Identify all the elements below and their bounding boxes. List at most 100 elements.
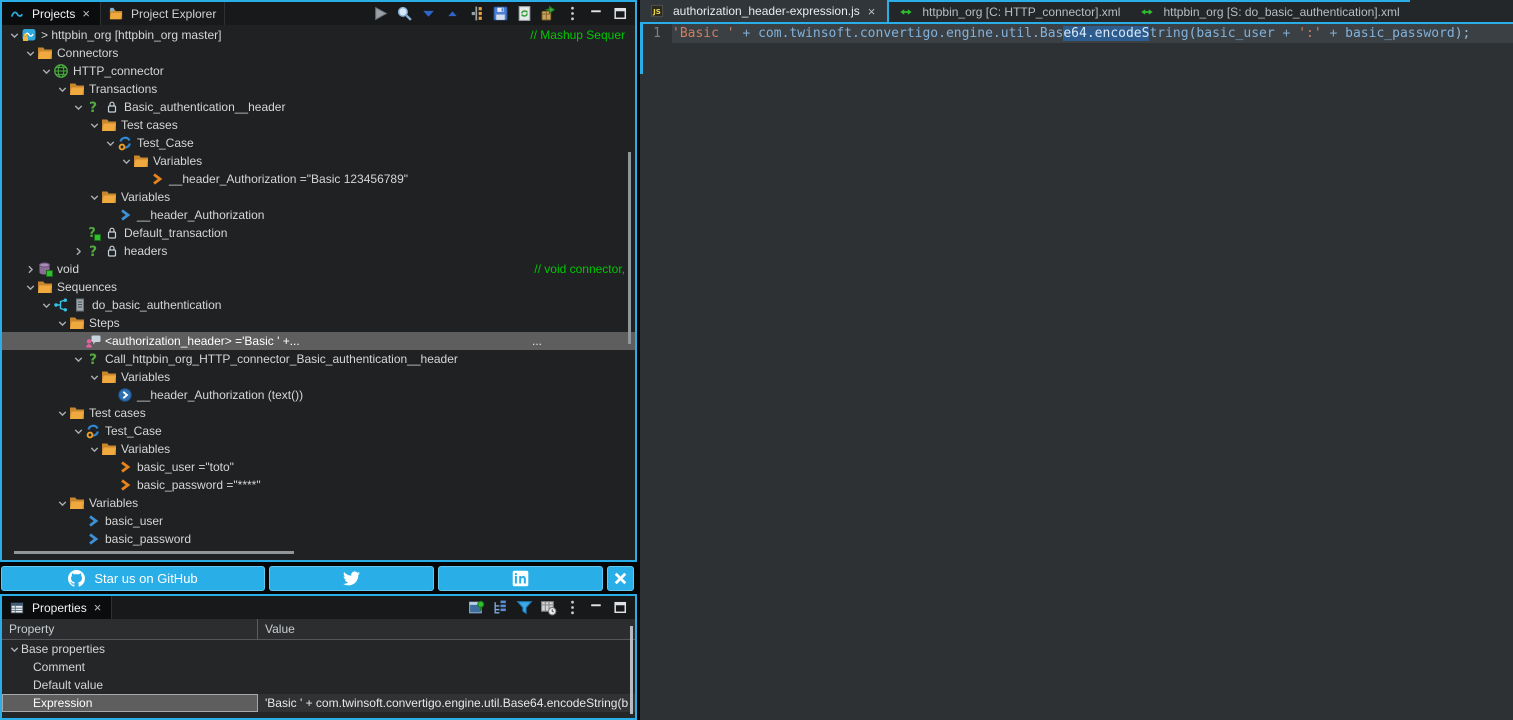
tree-item-label: void [57,262,79,276]
tree-mode-icon[interactable] [492,599,509,616]
tree-item-connectors[interactable]: Connectors [2,44,635,62]
tree-item-call-httpbin-org-http-connector-basic-authentication-header[interactable]: ?Call_httpbin_org_HTTP_connector_Basic_a… [2,350,635,368]
tree-item-basic-user[interactable]: basic_user ="toto" [2,458,635,476]
collapse-arrow-icon[interactable] [88,371,101,384]
tree-item-variables[interactable]: Variables [2,152,635,170]
close-tab-icon[interactable]: × [92,601,104,614]
collapse-arrow-icon[interactable] [72,353,85,366]
tree-item-test-cases[interactable]: Test cases [2,404,635,422]
expand-arrow-icon[interactable] [24,263,37,276]
star-on-github-button[interactable]: Star us on GitHub [1,566,265,591]
linkedin-button[interactable] [438,566,603,591]
pin-dialog-icon[interactable] [468,599,485,616]
tree-item-authorization-header[interactable]: <authorization_header> ='Basic ' +...... [2,332,635,350]
tree-item-default-transaction[interactable]: ?Default_transaction [2,224,635,242]
collapse-arrow-icon[interactable] [56,83,69,96]
collapse-arrow-icon[interactable] [88,191,101,204]
property-name: Default value [33,678,103,692]
tree-item-do-basic-authentication[interactable]: do_basic_authentication [2,296,635,314]
tree-vertical-scrollbar[interactable] [628,152,631,344]
editor-tab-httpbin-org-c-http-connector-xml[interactable]: httpbin_org [C: HTTP_connector].xml [889,0,1130,22]
tree-item-test-case[interactable]: Test_Case [2,422,635,440]
close-banner-button[interactable] [607,566,634,591]
property-row-expression[interactable]: Expression'Basic ' + com.twinsoft.conver… [2,694,635,712]
tree-item-sequences[interactable]: Sequences [2,278,635,296]
property-column-header[interactable]: Property [2,619,258,639]
collapse-arrow-icon[interactable] [88,443,101,456]
collapse-arrow-icon[interactable] [88,119,101,132]
twitter-button[interactable] [269,566,434,591]
close-tab-icon[interactable]: × [80,7,92,20]
tree-item-test-cases[interactable]: Test cases [2,116,635,134]
save-all-icon[interactable] [492,5,509,22]
table-settings-icon[interactable] [540,599,557,616]
tab-properties[interactable]: Properties × [2,596,112,619]
tab-projects[interactable]: Projects × [2,2,101,25]
expand-arrow-icon[interactable] [72,245,85,258]
editor-tab-authorization-header-expression-js[interactable]: JSauthorization_header-expression.js× [640,0,889,22]
sort-down-icon[interactable] [420,5,437,22]
minimize-icon[interactable] [588,5,605,22]
collapse-arrow-icon[interactable] [24,281,37,294]
collapse-arrow-icon[interactable] [104,137,117,150]
maximize-icon[interactable] [612,5,629,22]
property-row-base-properties[interactable]: Base properties [2,640,635,658]
sort-up-icon[interactable] [444,5,461,22]
tree-item-variables[interactable]: Variables [2,440,635,458]
minimize-icon[interactable] [588,599,605,616]
code-editor[interactable]: 1 'Basic ' + com.twinsoft.convertigo.eng… [640,24,1513,720]
collapse-arrow-icon[interactable] [56,407,69,420]
collapse-arrow-icon[interactable] [40,65,53,78]
tree-item-headers[interactable]: ?headers [2,242,635,260]
tree-item-http-connector[interactable]: HTTP_connector [2,62,635,80]
tree-item-basic-user[interactable]: basic_user [2,512,635,530]
collapse-arrow-icon[interactable] [8,29,21,42]
code-token-punct: ( [1189,26,1197,41]
tree-item-basic-authentication-header[interactable]: ?Basic_authentication__header [2,98,635,116]
tree-item-basic-password[interactable]: basic_password ="****" [2,476,635,494]
collapse-arrow-icon[interactable] [56,317,69,330]
tree-item-variables[interactable]: Variables [2,494,635,512]
run-icon[interactable] [372,5,389,22]
tree-item-basic-password[interactable]: basic_password [2,530,635,548]
collapse-arrow-icon[interactable] [120,155,133,168]
testcase-icon [117,135,133,151]
editor-tab-httpbin-org-s-do-basic-authentication-xml[interactable]: httpbin_org [S: do_basic_authentication]… [1130,0,1409,22]
tree-item-transactions[interactable]: Transactions [2,80,635,98]
tree-item-header-authorization[interactable]: __header_Authorization [2,206,635,224]
tree-item-test-case[interactable]: Test_Case [2,134,635,152]
view-menu-icon[interactable] [564,599,581,616]
tree-item-steps[interactable]: Steps [2,314,635,332]
tree-horizontal-scrollbar[interactable] [14,551,294,554]
collapse-arrow-icon[interactable] [72,425,85,438]
tree-item-httpbin-org-httpbin-org-master[interactable]: > httpbin_org [httpbin_org master]// Mas… [2,26,635,44]
properties-vertical-scrollbar[interactable] [630,626,633,714]
lock-icon [104,99,120,115]
property-row-default-value[interactable]: Default value [2,676,635,694]
globe-icon [53,63,69,79]
collapse-arrow-icon[interactable] [40,299,53,312]
svg-text:JS: JS [652,8,661,16]
refresh-icon[interactable] [516,5,533,22]
link-with-editor-icon[interactable] [468,5,485,22]
collapse-arrow-icon[interactable] [72,101,85,114]
close-tab-icon[interactable]: × [866,5,878,18]
import-project-icon[interactable] [540,5,557,22]
tree-item-header-authorization[interactable]: __header_Authorization ="Basic 123456789… [2,170,635,188]
tree-item-header-authorization-text[interactable]: __header_Authorization (text()) [2,386,635,404]
collapse-arrow-icon[interactable] [8,643,21,656]
maximize-icon[interactable] [612,599,629,616]
tab-project-explorer[interactable]: Project Explorer [101,2,225,25]
property-value [258,676,635,694]
property-row-comment[interactable]: Comment [2,658,635,676]
tree-item-label: basic_user ="toto" [137,460,234,474]
view-menu-icon[interactable] [564,5,581,22]
collapse-arrow-icon[interactable] [24,47,37,60]
filter-icon[interactable] [516,599,533,616]
tree-item-variables[interactable]: Variables [2,188,635,206]
search-icon[interactable] [396,5,413,22]
tree-item-variables[interactable]: Variables [2,368,635,386]
value-column-header[interactable]: Value [258,622,635,636]
collapse-arrow-icon[interactable] [56,497,69,510]
tree-item-void[interactable]: void// void connector, [2,260,635,278]
